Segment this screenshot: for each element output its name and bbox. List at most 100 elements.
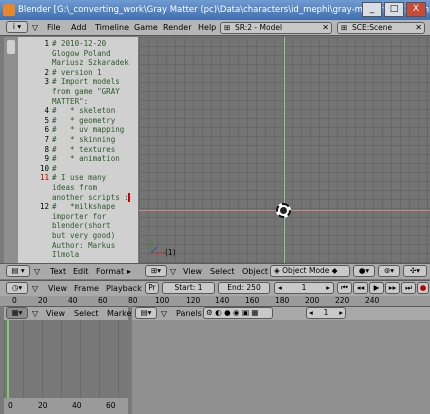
code-line[interactable]: # * skinning — [52, 135, 115, 144]
code-line[interactable]: ideas from — [52, 183, 97, 192]
menu-add[interactable]: Add — [71, 22, 87, 33]
code-line[interactable]: from game "GRAY — [52, 87, 120, 96]
menu-view[interactable]: View — [183, 266, 202, 277]
code-line[interactable]: another scripts : — [52, 193, 129, 202]
menu-view[interactable]: View — [46, 308, 65, 319]
menu-game[interactable]: Game — [134, 22, 158, 33]
code-line[interactable]: Mariusz Szkaradek — [52, 58, 129, 67]
timeline-ruler[interactable]: 0 20 40 60 80 100 120 140 160 180 200 22… — [0, 296, 430, 306]
header-arrow-icon[interactable]: ▸ — [127, 266, 131, 277]
jump-end-button[interactable]: ⏭ — [401, 282, 416, 294]
code-line[interactable]: importer for — [52, 212, 106, 221]
scene-delete-icon[interactable]: ✕ — [415, 23, 422, 33]
editing-context-icon[interactable]: ▣ — [242, 308, 249, 317]
code-line[interactable]: # * uv mapping — [52, 125, 124, 134]
scene-browse-icon[interactable]: ⊞ — [341, 23, 347, 33]
script-icon[interactable]: ◐ — [215, 308, 222, 317]
prev-keyframe-button[interactable]: ◂◂ — [353, 282, 368, 294]
buttons-window[interactable] — [132, 320, 430, 414]
text-editor[interactable]: 1 # 2010-12-20 Glogow Poland Mariusz Szkara… — [4, 37, 138, 263]
code-line[interactable]: Ilmola — [52, 250, 79, 259]
buttons-editor-type-button[interactable]: ▤▾ — [135, 307, 157, 319]
menu-marker[interactable]: Marke — [107, 308, 131, 319]
pivot-button[interactable]: ⊛▾ — [378, 265, 400, 277]
code-line[interactable]: # *milkshape — [52, 202, 115, 211]
collapse-arrow-icon[interactable]: ▽ — [32, 22, 38, 33]
minimize-button[interactable]: _ — [362, 2, 382, 17]
increment-icon[interactable]: ▸ — [339, 308, 343, 318]
jump-end-icon: ⏭ — [405, 283, 412, 292]
ipo-editor-type-button[interactable]: ▦▾ — [6, 307, 28, 319]
code-line[interactable]: MATTER": — [52, 97, 88, 106]
code-line[interactable]: # * skeleton — [52, 106, 115, 115]
preview-range-button[interactable]: Pr — [145, 282, 159, 294]
mode-selector[interactable]: ◈ Object Mode ◆ — [270, 265, 350, 277]
menu-text[interactable]: Text — [50, 266, 66, 277]
collapse-arrow-icon[interactable]: ▽ — [34, 266, 40, 277]
code-line[interactable]: # * textures — [52, 145, 115, 154]
code-line[interactable]: blender(short — [52, 221, 111, 230]
3d-view-editor-type-button[interactable]: ⊞▾ — [145, 265, 167, 277]
increment-icon[interactable]: ▸ — [326, 283, 330, 293]
code-line[interactable]: # Import models — [52, 77, 120, 86]
menu-frame[interactable]: Frame — [74, 283, 99, 294]
current-frame-field[interactable]: ◂ 1 ▸ — [274, 282, 334, 294]
object-context-icon[interactable]: ◉ — [233, 308, 240, 317]
decrement-icon[interactable]: ◂ — [278, 283, 282, 293]
text-scrollbar[interactable] — [4, 37, 18, 263]
collapse-arrow-icon[interactable]: ▽ — [32, 308, 38, 319]
menu-playback[interactable]: Playback — [106, 283, 142, 294]
start-frame-field[interactable]: Start: 1 — [162, 282, 215, 294]
code-line[interactable]: Glogow Poland — [52, 49, 111, 58]
menu-view[interactable]: View — [48, 283, 67, 294]
3d-viewport[interactable]: (1) — [139, 37, 430, 263]
menu-object[interactable]: Object — [242, 266, 268, 277]
page-field[interactable]: ◂ 1 ▸ — [306, 307, 346, 319]
code-line[interactable]: # I use many — [52, 173, 106, 182]
menu-file[interactable]: File — [47, 22, 60, 33]
menu-help[interactable]: Help — [198, 22, 216, 33]
collapse-arrow-icon[interactable]: ▽ — [161, 308, 167, 319]
maximize-button[interactable]: □ — [384, 2, 404, 17]
menu-select[interactable]: Select — [210, 266, 235, 277]
end-frame-field[interactable]: End: 250 — [218, 282, 270, 294]
scrollbar-thumb[interactable] — [7, 40, 15, 54]
code-line[interactable]: # * animation — [52, 154, 120, 163]
record-button[interactable]: ● — [417, 282, 429, 294]
close-button[interactable]: X — [406, 2, 426, 17]
code-line[interactable]: # version 1 — [52, 68, 102, 77]
collapse-arrow-icon[interactable]: ▽ — [170, 266, 176, 277]
screen-selector[interactable]: ⊞ SR:2 - Model ✕ — [220, 22, 332, 34]
jump-start-button[interactable]: ⏮ — [337, 282, 352, 294]
ipo-ruler[interactable]: 0 20 40 60 — [4, 398, 128, 414]
decrement-icon[interactable]: ◂ — [309, 308, 313, 318]
menu-format[interactable]: Format — [96, 266, 124, 277]
code-line[interactable]: # 2010-12-20 — [52, 39, 106, 48]
collapse-arrow-icon[interactable]: ▽ — [32, 283, 38, 294]
next-keyframe-button[interactable]: ▸▸ — [385, 282, 400, 294]
logic-icon[interactable]: ⚙ — [206, 308, 213, 317]
play-button[interactable]: ▶ — [369, 282, 384, 294]
manipulator-button[interactable]: ✣▾ — [403, 265, 427, 277]
record-icon: ● — [419, 283, 427, 292]
panels-menu[interactable]: Panels — [176, 308, 202, 319]
menu-select[interactable]: Select — [74, 308, 99, 319]
timeline-editor-type-button[interactable]: ◷▾ — [6, 282, 28, 294]
context-buttons[interactable]: ⚙ ◐ ● ◉ ▣ ▦ — [203, 307, 273, 319]
menu-render[interactable]: Render — [163, 22, 191, 33]
screen-browse-icon[interactable]: ⊞ — [224, 23, 230, 33]
menu-edit[interactable]: Edit — [73, 266, 89, 277]
screen-delete-icon[interactable]: ✕ — [322, 23, 329, 33]
info-editor-type-button[interactable]: i ▾ — [6, 21, 28, 33]
scene-selector[interactable]: ⊞ SCE:Scene ✕ — [337, 22, 425, 34]
draw-type-button[interactable]: ●▾ — [353, 265, 375, 277]
text-editor-type-button[interactable]: ▤ ▾ — [6, 265, 30, 277]
code-line[interactable]: # * geometry — [52, 116, 115, 125]
code-line[interactable]: but very good) — [52, 231, 115, 240]
shading-context-icon[interactable]: ● — [224, 308, 231, 317]
menu-timeline[interactable]: Timeline — [95, 22, 129, 33]
scene-context-icon[interactable]: ▦ — [251, 308, 258, 317]
code-line[interactable]: Author: Markus — [52, 241, 115, 250]
code-area[interactable]: 1 # 2010-12-20 Glogow Poland Mariusz Szkara… — [18, 37, 138, 263]
code-line[interactable]: # — [52, 164, 57, 173]
